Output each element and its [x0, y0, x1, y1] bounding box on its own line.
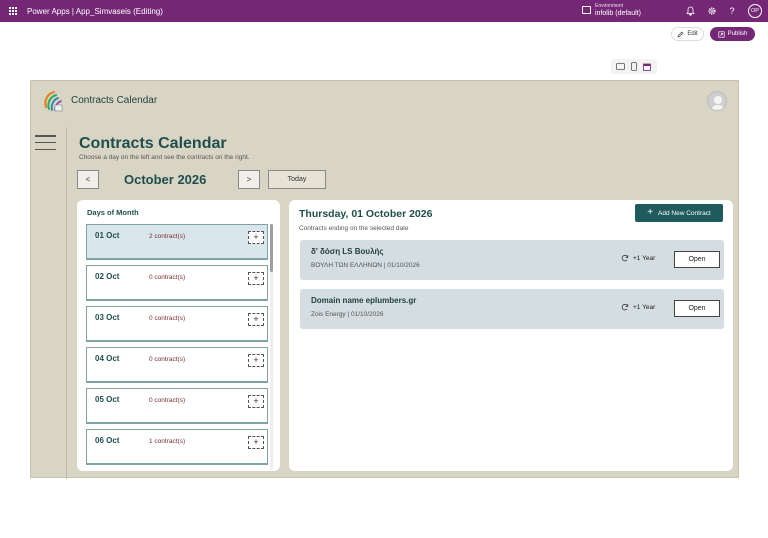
selected-date-subtitle: Contracts ending on the selected date [299, 225, 409, 232]
plus-icon: + [647, 207, 654, 218]
today-button[interactable]: Today [268, 170, 326, 189]
app-logo-icon [44, 90, 63, 112]
renew-button[interactable]: +1 Year [621, 254, 655, 262]
open-contract-button[interactable]: Open [674, 300, 720, 317]
environment-label: Environment [595, 3, 624, 9]
add-new-contract-label: Add New Contract [658, 209, 711, 217]
day-contract-count: 0 contract(s) [149, 315, 186, 322]
help-icon[interactable]: ? [726, 5, 738, 17]
sidebar-divider [66, 127, 67, 479]
publish-icon [718, 30, 725, 38]
device-preview-toggle [611, 59, 657, 74]
day-row[interactable]: 02 Oct 0 contract(s) + [86, 265, 268, 301]
contracts-panel: Thursday, 01 October 2026 Contracts endi… [289, 200, 733, 471]
studio-title: Power Apps | App_Simvaseis (Editing) [27, 6, 163, 16]
day-row[interactable]: 05 Oct 0 contract(s) + [86, 388, 268, 424]
refresh-icon [621, 303, 629, 311]
contract-title: Domain name eplumbers.gr [311, 296, 417, 305]
contract-subtitle: Zois Energy | 01/10/2026 [311, 311, 384, 318]
contract-card: Domain name eplumbers.gr Zois Energy | 0… [300, 289, 724, 329]
add-contract-day-button[interactable]: + [248, 313, 264, 326]
app-name: Contracts Calendar [71, 95, 158, 106]
gear-icon[interactable] [706, 5, 718, 17]
add-contract-day-button[interactable]: + [248, 272, 264, 285]
day-date: 03 Oct [95, 313, 120, 322]
day-contract-count: 2 contract(s) [149, 233, 186, 240]
page-title: Contracts Calendar [79, 135, 227, 152]
day-date: 02 Oct [95, 272, 120, 281]
refresh-icon [621, 254, 629, 262]
contract-title: δ' δόση LS Βουλής [311, 247, 384, 256]
studio-top-bar: Power Apps | App_Simvaseis (Editing) Env… [0, 0, 768, 22]
days-panel: Days of Month 01 Oct 2 contract(s) + 02 … [77, 200, 280, 471]
renew-label: +1 Year [633, 254, 656, 262]
app-launcher-icon[interactable] [9, 7, 17, 15]
pencil-icon [677, 31, 684, 37]
contract-subtitle: ΒΟΥΛΗ ΤΩΝ ΕΛΛΗΝΩΝ | 01/10/2026 [311, 262, 420, 269]
environment-picker[interactable]: Environment infolib (default) [582, 3, 641, 17]
day-date: 01 Oct [95, 231, 120, 240]
day-contract-count: 1 contract(s) [149, 438, 186, 445]
selected-date-title: Thursday, 01 October 2026 [299, 208, 433, 220]
day-row[interactable]: 06 Oct 1 contract(s) + [86, 429, 268, 465]
phone-icon[interactable] [629, 62, 639, 71]
day-row[interactable]: 03 Oct 0 contract(s) + [86, 306, 268, 342]
bell-icon[interactable] [684, 5, 696, 17]
app-header: Contracts Calendar [31, 81, 738, 121]
renew-button[interactable]: +1 Year [621, 303, 655, 311]
contract-card: δ' δόση LS Βουλής ΒΟΥΛΗ ΤΩΝ ΕΛΛΗΝΩΝ | 01… [300, 240, 724, 280]
publish-button[interactable]: Publish [710, 27, 755, 41]
days-scrollbar-thumb[interactable] [270, 224, 273, 272]
user-avatar[interactable]: OP [748, 4, 762, 18]
tablet-icon[interactable] [616, 62, 626, 71]
month-label: October 2026 [124, 172, 207, 187]
day-contract-count: 0 contract(s) [149, 397, 186, 404]
menu-icon[interactable] [35, 135, 56, 150]
edit-label: Edit [687, 31, 698, 37]
environment-name: infolib (default) [595, 10, 641, 17]
days-list: 01 Oct 2 contract(s) + 02 Oct 0 contract… [86, 224, 268, 470]
add-contract-day-button[interactable]: + [248, 395, 264, 408]
day-date: 05 Oct [95, 395, 120, 404]
day-row[interactable]: 01 Oct 2 contract(s) + [86, 224, 268, 260]
day-contract-count: 0 contract(s) [149, 274, 186, 281]
calendar-view-icon[interactable] [642, 62, 652, 71]
next-month-button[interactable]: > [238, 170, 260, 189]
add-new-contract-button[interactable]: + Add New Contract [635, 204, 723, 222]
app-canvas: Contracts Calendar Contracts Calendar Ch… [30, 80, 739, 479]
day-contract-count: 0 contract(s) [149, 356, 186, 363]
day-row[interactable]: 04 Oct 0 contract(s) + [86, 347, 268, 383]
user-profile-icon[interactable] [707, 91, 727, 111]
publish-label: Publish [727, 31, 748, 37]
open-contract-button[interactable]: Open [674, 251, 720, 268]
prev-month-button[interactable]: < [77, 170, 99, 189]
edit-button[interactable]: Edit [671, 27, 704, 41]
renew-label: +1 Year [633, 303, 656, 311]
add-contract-day-button[interactable]: + [248, 436, 264, 449]
day-date: 04 Oct [95, 354, 120, 363]
days-scrollbar[interactable] [270, 224, 273, 470]
page-subtitle: Choose a day on the left and see the con… [79, 154, 250, 161]
environment-icon [582, 6, 591, 14]
days-panel-title: Days of Month [87, 208, 139, 217]
add-contract-day-button[interactable]: + [248, 231, 264, 244]
add-contract-day-button[interactable]: + [248, 354, 264, 367]
day-date: 06 Oct [95, 436, 120, 445]
